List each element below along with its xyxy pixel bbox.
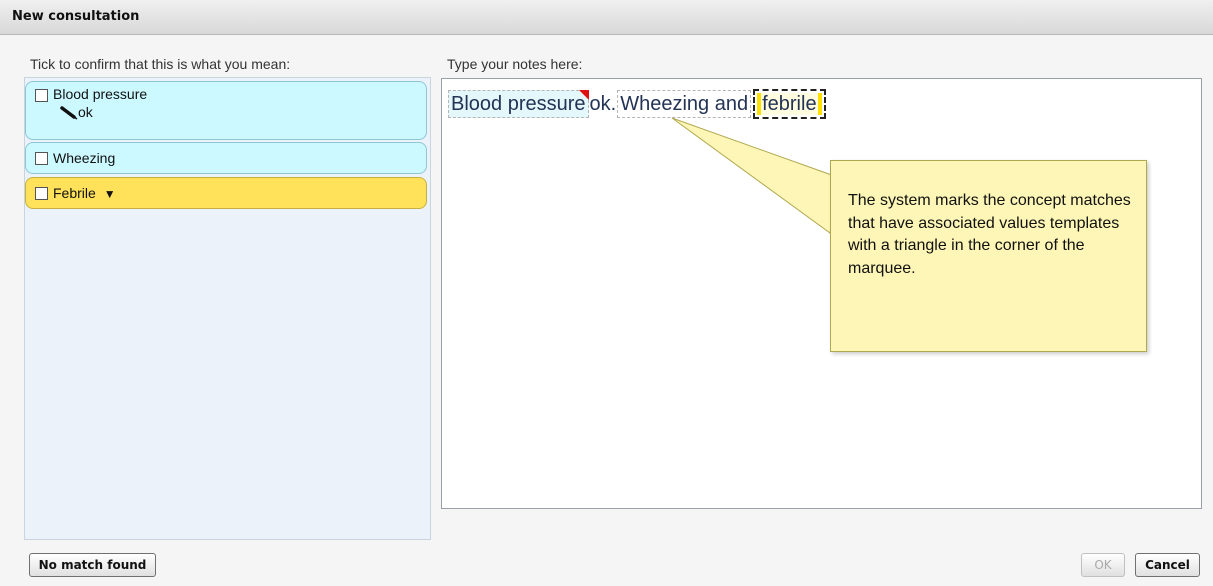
dropdown-arrow-icon[interactable]: ▼ [104,187,116,201]
concept-checkbox[interactable] [35,187,48,200]
marquee-blood-pressure[interactable]: Blood pressure [448,90,589,118]
callout-note: The system marks the concept matches tha… [830,160,1147,352]
notes-label: Type your notes here: [447,56,583,72]
value-template-triangle-icon [578,90,589,100]
callout-text: The system marks the concept matches tha… [848,192,1131,277]
notes-text[interactable]: Blood pressure ok. Wheezing and febrile [447,89,827,119]
concept-label-wrap: Febrile ▼ [53,185,116,201]
marquee-febrile[interactable]: febrile [753,89,826,119]
concept-value[interactable]: ok [78,104,93,120]
window-title: New consultation [12,9,140,24]
plain-text: ok. [589,93,617,115]
concept-checkbox[interactable] [35,152,48,165]
marquee-text: Wheezing and [620,93,749,115]
concept-list-label: Tick to confirm that this is what you me… [30,56,291,72]
concept-list: Blood pressure ok Wheezing Febrile ▼ [24,77,431,540]
marquee-text: Blood pressure [451,93,586,115]
concept-item-wheezing[interactable]: Wheezing [25,142,427,174]
concept-item-febrile[interactable]: Febrile ▼ [25,177,427,209]
pencil-icon [60,106,78,120]
concept-label: Febrile [53,185,96,201]
marquee-wheezing[interactable]: Wheezing and [617,90,752,118]
cancel-button[interactable]: Cancel [1135,553,1200,577]
concept-item-blood-pressure[interactable]: Blood pressure ok [25,81,427,140]
concept-label: Wheezing [53,150,116,166]
ok-button[interactable]: OK [1081,553,1125,577]
concept-checkbox[interactable] [35,89,48,102]
title-bar: New consultation [0,0,1213,35]
no-match-found-button[interactable]: No match found [29,553,156,577]
marquee-text: febrile [757,93,822,115]
concept-label: Blood pressure [53,86,148,102]
